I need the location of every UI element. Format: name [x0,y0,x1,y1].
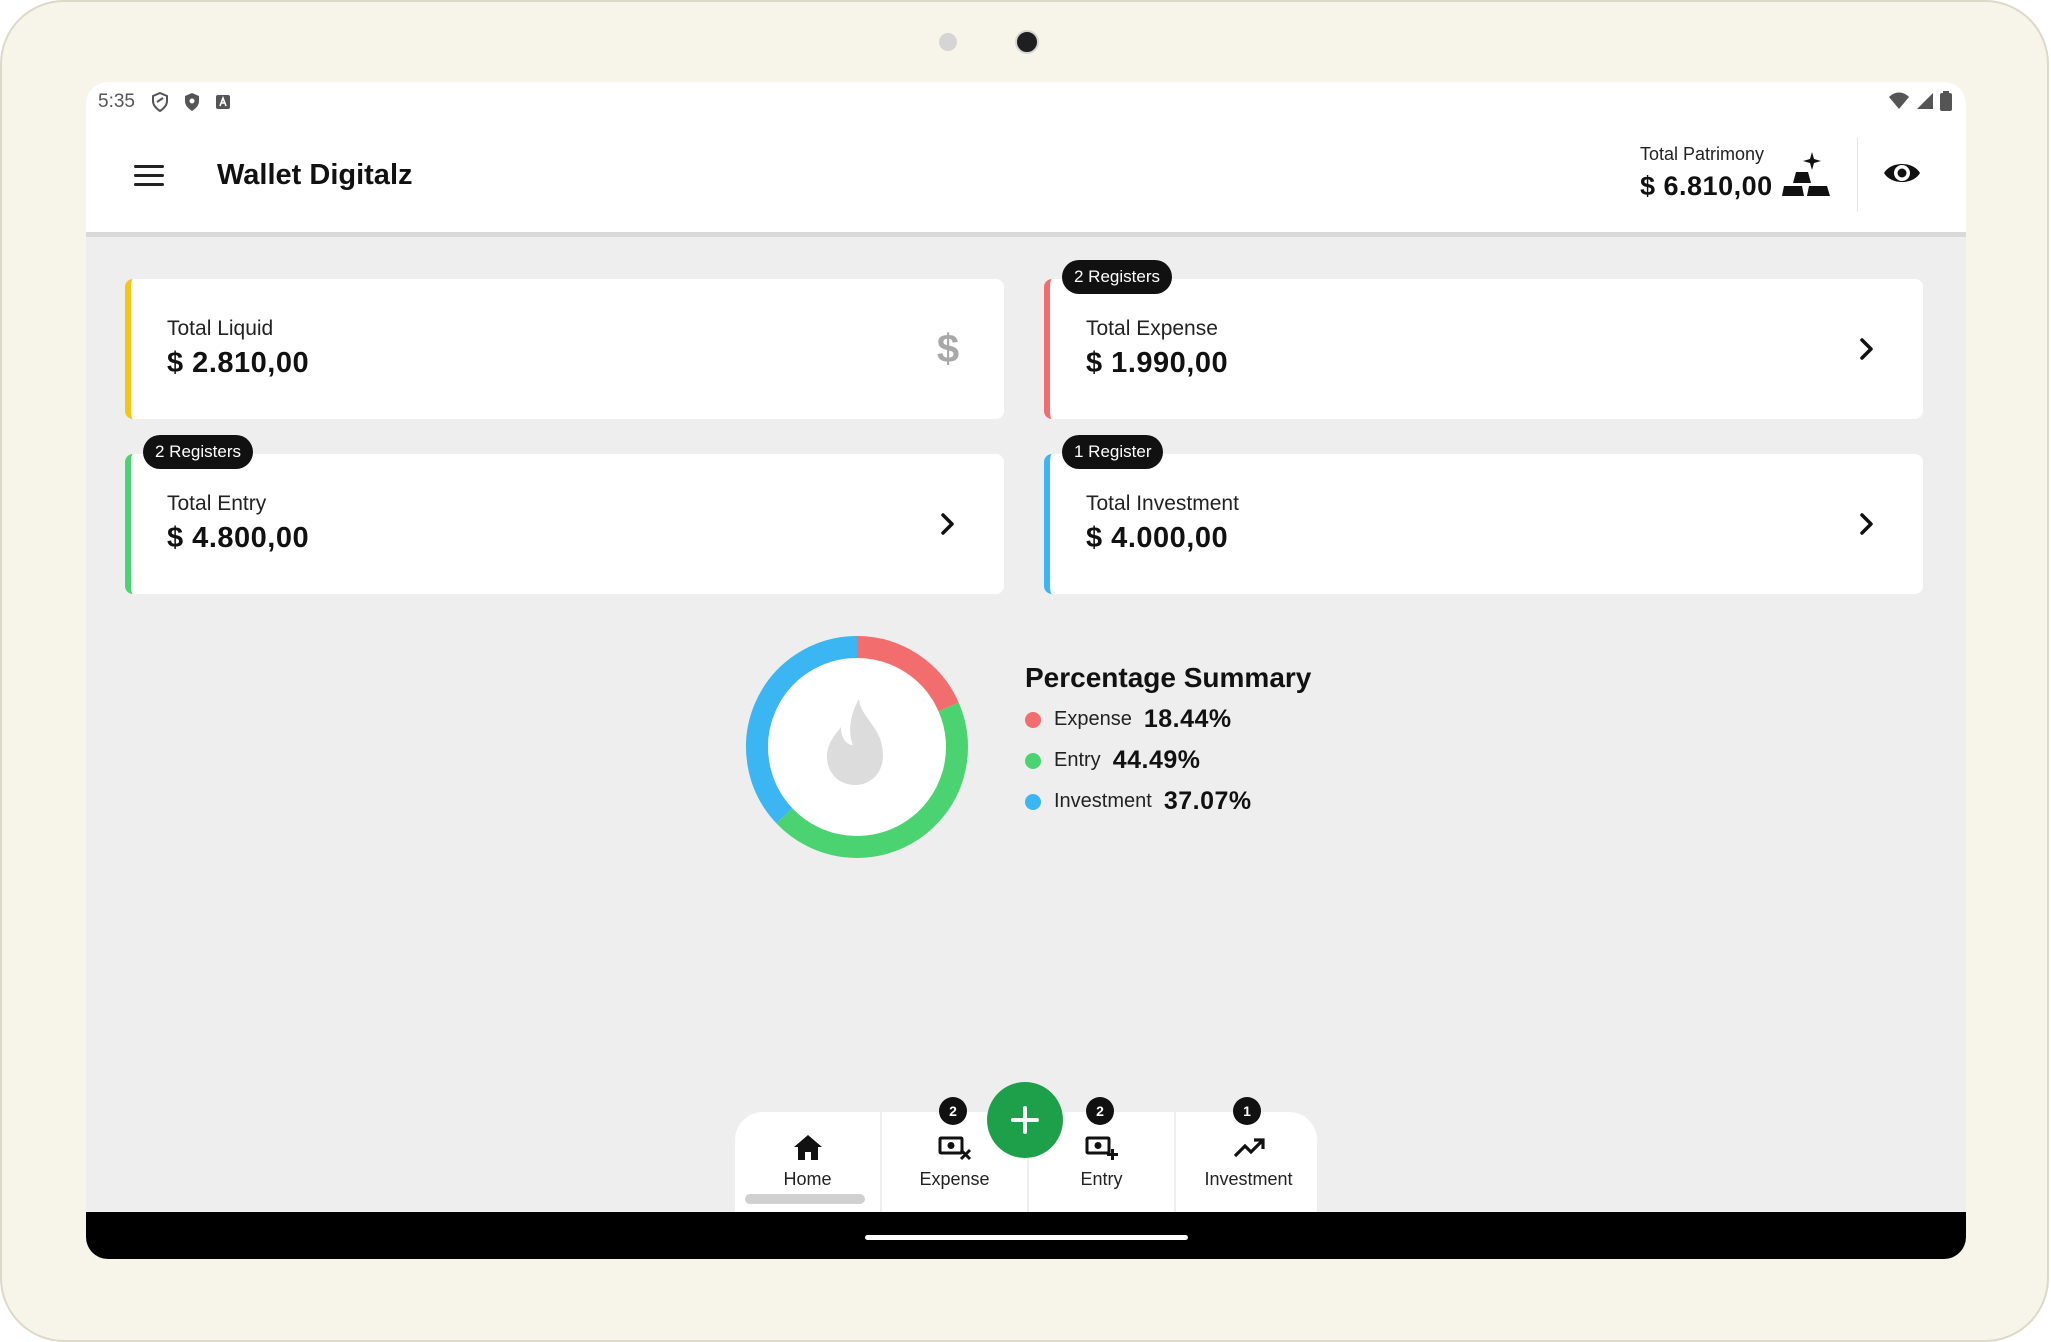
card-value: $ 1.990,00 [1086,347,1229,379]
status-time: 5:35 [98,91,135,112]
legend-label: Expense [1054,708,1132,730]
camera-icon [1015,30,1039,54]
wifi-icon [1889,92,1909,109]
chevron-right-icon[interactable] [1853,329,1881,369]
font-a-icon [215,95,230,109]
registers-badge: 1 Register [1062,435,1164,469]
legend-percent: 44.49% [1112,746,1201,774]
battery-icon [1940,91,1952,111]
status-bar: 5:35 [86,82,1966,122]
appbar-divider [1857,138,1858,212]
home-icon [794,1135,822,1160]
card-total-entry[interactable]: 2 Registers Total Entry $ 4.800,00 [125,435,1004,594]
nav-item-home[interactable]: Home [735,1112,880,1212]
nav-label: Entry [1080,1169,1123,1189]
count-badge: 2 [1086,1097,1114,1125]
gesture-handle[interactable] [865,1235,1188,1240]
percentage-donut-chart [746,636,968,858]
shield-filled-icon [184,93,199,111]
legend-item-investment: Investment 37.07% [1025,786,1311,817]
card-value: $ 4.000,00 [1086,522,1229,554]
add-register-button[interactable] [987,1082,1063,1158]
card-label: Total Expense [1086,317,1218,340]
legend-label: Entry [1054,749,1101,771]
signal-icon [1917,93,1933,109]
legend-item-expense: Expense 18.44% [1025,704,1311,735]
count-badge: 1 [1233,1097,1261,1125]
shield-outline-icon [151,92,168,112]
money-remove-icon [938,1136,972,1161]
card-value: $ 2.810,00 [167,347,310,379]
percentage-summary: Percentage Summary Expense 18.44% Entry … [1025,662,1311,817]
app-screen: 5:35 Wallet Digitalz Total Patrimony $ 6… [86,82,1966,1259]
registers-badge: 2 Registers [1062,260,1172,294]
money-add-icon [1085,1136,1118,1160]
legend-dot [1025,752,1041,769]
trending-up-icon [1233,1138,1265,1158]
sensor-dot [939,33,957,51]
patrimony-value: $ 6.810,00 [1640,171,1773,201]
count-badge: 2 [939,1097,967,1125]
nav-label: Investment [1204,1169,1293,1189]
active-indicator [745,1194,865,1204]
legend-percent: 18.44% [1143,705,1232,733]
total-patrimony: Total Patrimony $ 6.810,00 [1640,144,1773,202]
card-total-investment[interactable]: 1 Register Total Investment $ 4.000,00 [1044,435,1923,594]
gold-bars-icon [1782,152,1830,196]
card-total-liquid: Total Liquid $ 2.810,00 $ [125,279,1004,419]
registers-badge: 2 Registers [143,435,253,469]
legend-percent: 37.07% [1163,787,1252,815]
legend-dot [1025,711,1041,728]
chevron-right-icon[interactable] [934,504,962,544]
nav-label: Home [783,1169,832,1189]
dollar-icon: $ [937,329,959,369]
legend-dot [1025,793,1041,810]
system-navigation-bar [86,1212,1966,1259]
card-label: Total Entry [167,492,267,515]
chevron-right-icon[interactable] [1853,504,1881,544]
patrimony-label: Total Patrimony [1640,144,1765,164]
card-label: Total Investment [1086,492,1239,515]
summary-title: Percentage Summary [1025,662,1312,693]
card-label: Total Liquid [167,317,274,340]
card-value: $ 4.800,00 [167,522,310,554]
app-bar: Wallet Digitalz Total Patrimony $ 6.810,… [86,122,1966,237]
svg-text:$: $ [937,329,959,369]
menu-icon[interactable] [134,165,164,189]
legend-item-entry: Entry 44.49% [1025,745,1311,776]
nav-label: Expense [919,1169,990,1189]
card-total-expense[interactable]: 2 Registers Total Expense $ 1.990,00 [1044,260,1923,419]
app-title: Wallet Digitalz [217,159,413,191]
legend-label: Investment [1054,790,1152,812]
nav-item-investment[interactable]: 1 Investment [1176,1097,1321,1212]
eye-icon[interactable] [1883,158,1921,188]
